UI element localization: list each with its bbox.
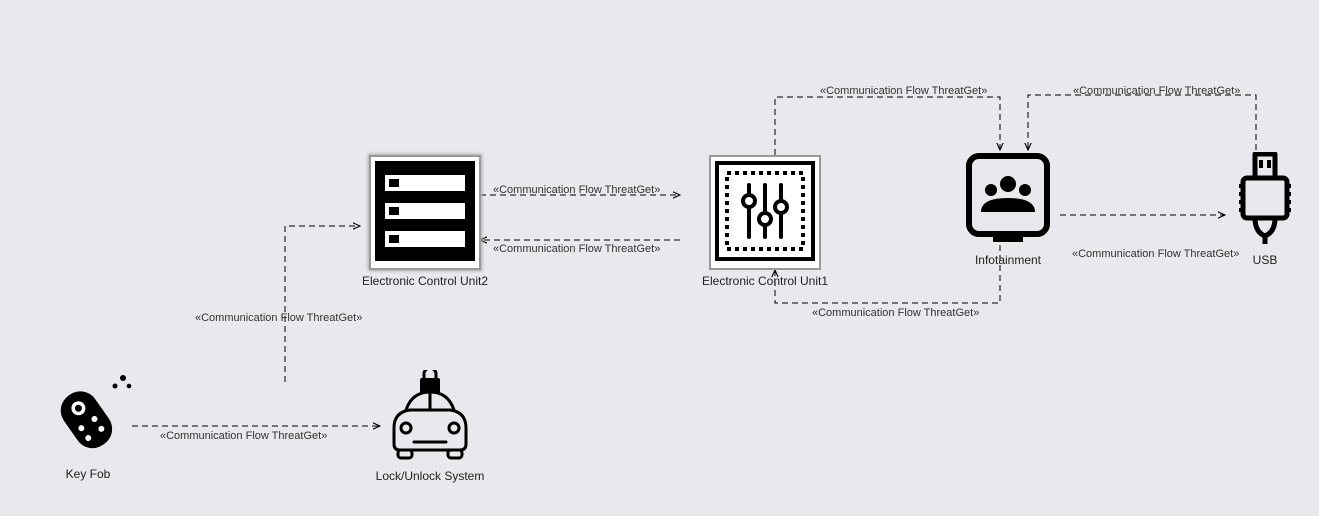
connectors-layer [0, 0, 1319, 516]
node-ecu1[interactable]: Electronic Control Unit1 [680, 155, 850, 288]
node-lockunlock[interactable]: Lock/Unlock System [370, 370, 490, 483]
flow-lock-to-ecu2 [285, 226, 360, 382]
node-usb-label: USB [1225, 253, 1305, 267]
node-infotainment-label: Infotainment [958, 253, 1058, 267]
node-ecu2-label: Electronic Control Unit2 [360, 274, 490, 288]
flow-label-usb-info: «Communication Flow ThreatGet» [1073, 85, 1240, 97]
node-usb[interactable]: USB [1225, 152, 1305, 267]
flow-label-ecu1-ecu2: «Communication Flow ThreatGet» [493, 243, 660, 255]
ecu1-icon [709, 155, 821, 270]
usb-icon [1233, 152, 1297, 249]
flow-label-ecu2-ecu1: «Communication Flow ThreatGet» [493, 184, 660, 196]
flow-label-ecu1-info-top: «Communication Flow ThreatGet» [820, 85, 987, 97]
node-keyfob-label: Key Fob [38, 467, 138, 481]
infotainment-icon [963, 150, 1053, 249]
node-ecu2[interactable]: Electronic Control Unit2 [360, 155, 490, 288]
ecu2-icon [369, 155, 481, 270]
node-keyfob[interactable]: Key Fob [38, 370, 138, 481]
car-lock-icon [380, 370, 480, 465]
flow-label-lock-ecu2: «Communication Flow ThreatGet» [195, 312, 362, 324]
flow-ecu1-to-info-top [775, 97, 1000, 155]
flow-label-info-usb: «Communication Flow ThreatGet» [1072, 248, 1239, 260]
flow-usb-to-info [1028, 95, 1256, 150]
keyfob-icon [41, 370, 135, 463]
node-ecu1-label: Electronic Control Unit1 [680, 274, 850, 288]
node-infotainment[interactable]: Infotainment [958, 150, 1058, 267]
flow-label-info-ecu1-bot: «Communication Flow ThreatGet» [812, 307, 979, 319]
node-lockunlock-label: Lock/Unlock System [370, 469, 490, 483]
flow-label-keyfob-lock: «Communication Flow ThreatGet» [160, 430, 327, 442]
